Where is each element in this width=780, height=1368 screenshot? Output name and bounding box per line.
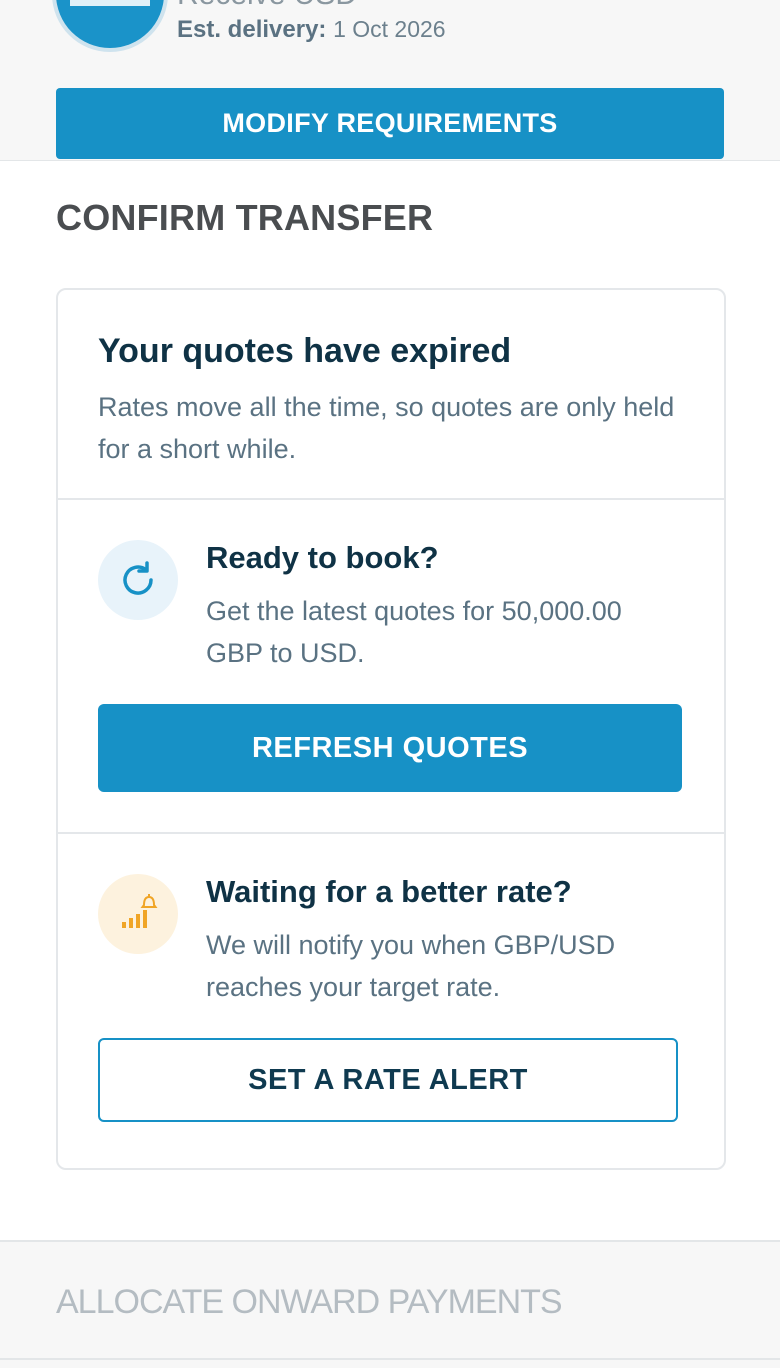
section-title: CONFIRM TRANSFER (56, 197, 434, 238)
receive-summary: Receive USD Est. delivery: 1 Oct 2026 MO… (0, 0, 780, 161)
card-divider (58, 498, 724, 500)
estimated-delivery: Est. delivery: 1 Oct 2026 (177, 16, 446, 44)
modify-requirements-button[interactable]: MODIFY REQUIREMENTS (56, 88, 724, 159)
quote-expired-card: Your quotes have expired Rates move all … (56, 288, 726, 1170)
onward-payments-section: ALLOCATE ONWARD PAYMENTS (0, 1240, 780, 1368)
waiting-description: We will notify you when GBP/USD reaches … (206, 930, 616, 1002)
receive-currency-title: Receive USD (177, 0, 357, 12)
card-divider (58, 832, 724, 834)
expired-title: Your quotes have expired (98, 332, 512, 370)
set-rate-alert-button[interactable]: SET A RATE ALERT (98, 1038, 678, 1122)
refresh-quotes-button[interactable]: REFRESH QUOTES (98, 704, 682, 792)
section-divider (0, 1358, 780, 1360)
refresh-icon (98, 540, 178, 620)
bank-icon (56, 0, 164, 48)
delivery-label: Est. delivery: (177, 16, 327, 43)
expired-description: Rates move all the time, so quotes are o… (98, 392, 675, 464)
onward-payments-title: ALLOCATE ONWARD PAYMENTS (56, 1283, 563, 1321)
delivery-date: 1 Oct 2026 (333, 16, 446, 42)
ready-title: Ready to book? (206, 540, 439, 575)
waiting-title: Waiting for a better rate? (206, 874, 572, 909)
ready-description: Get the latest quotes for 50,000.00 GBP … (206, 596, 622, 668)
rate-alert-icon (98, 874, 178, 954)
